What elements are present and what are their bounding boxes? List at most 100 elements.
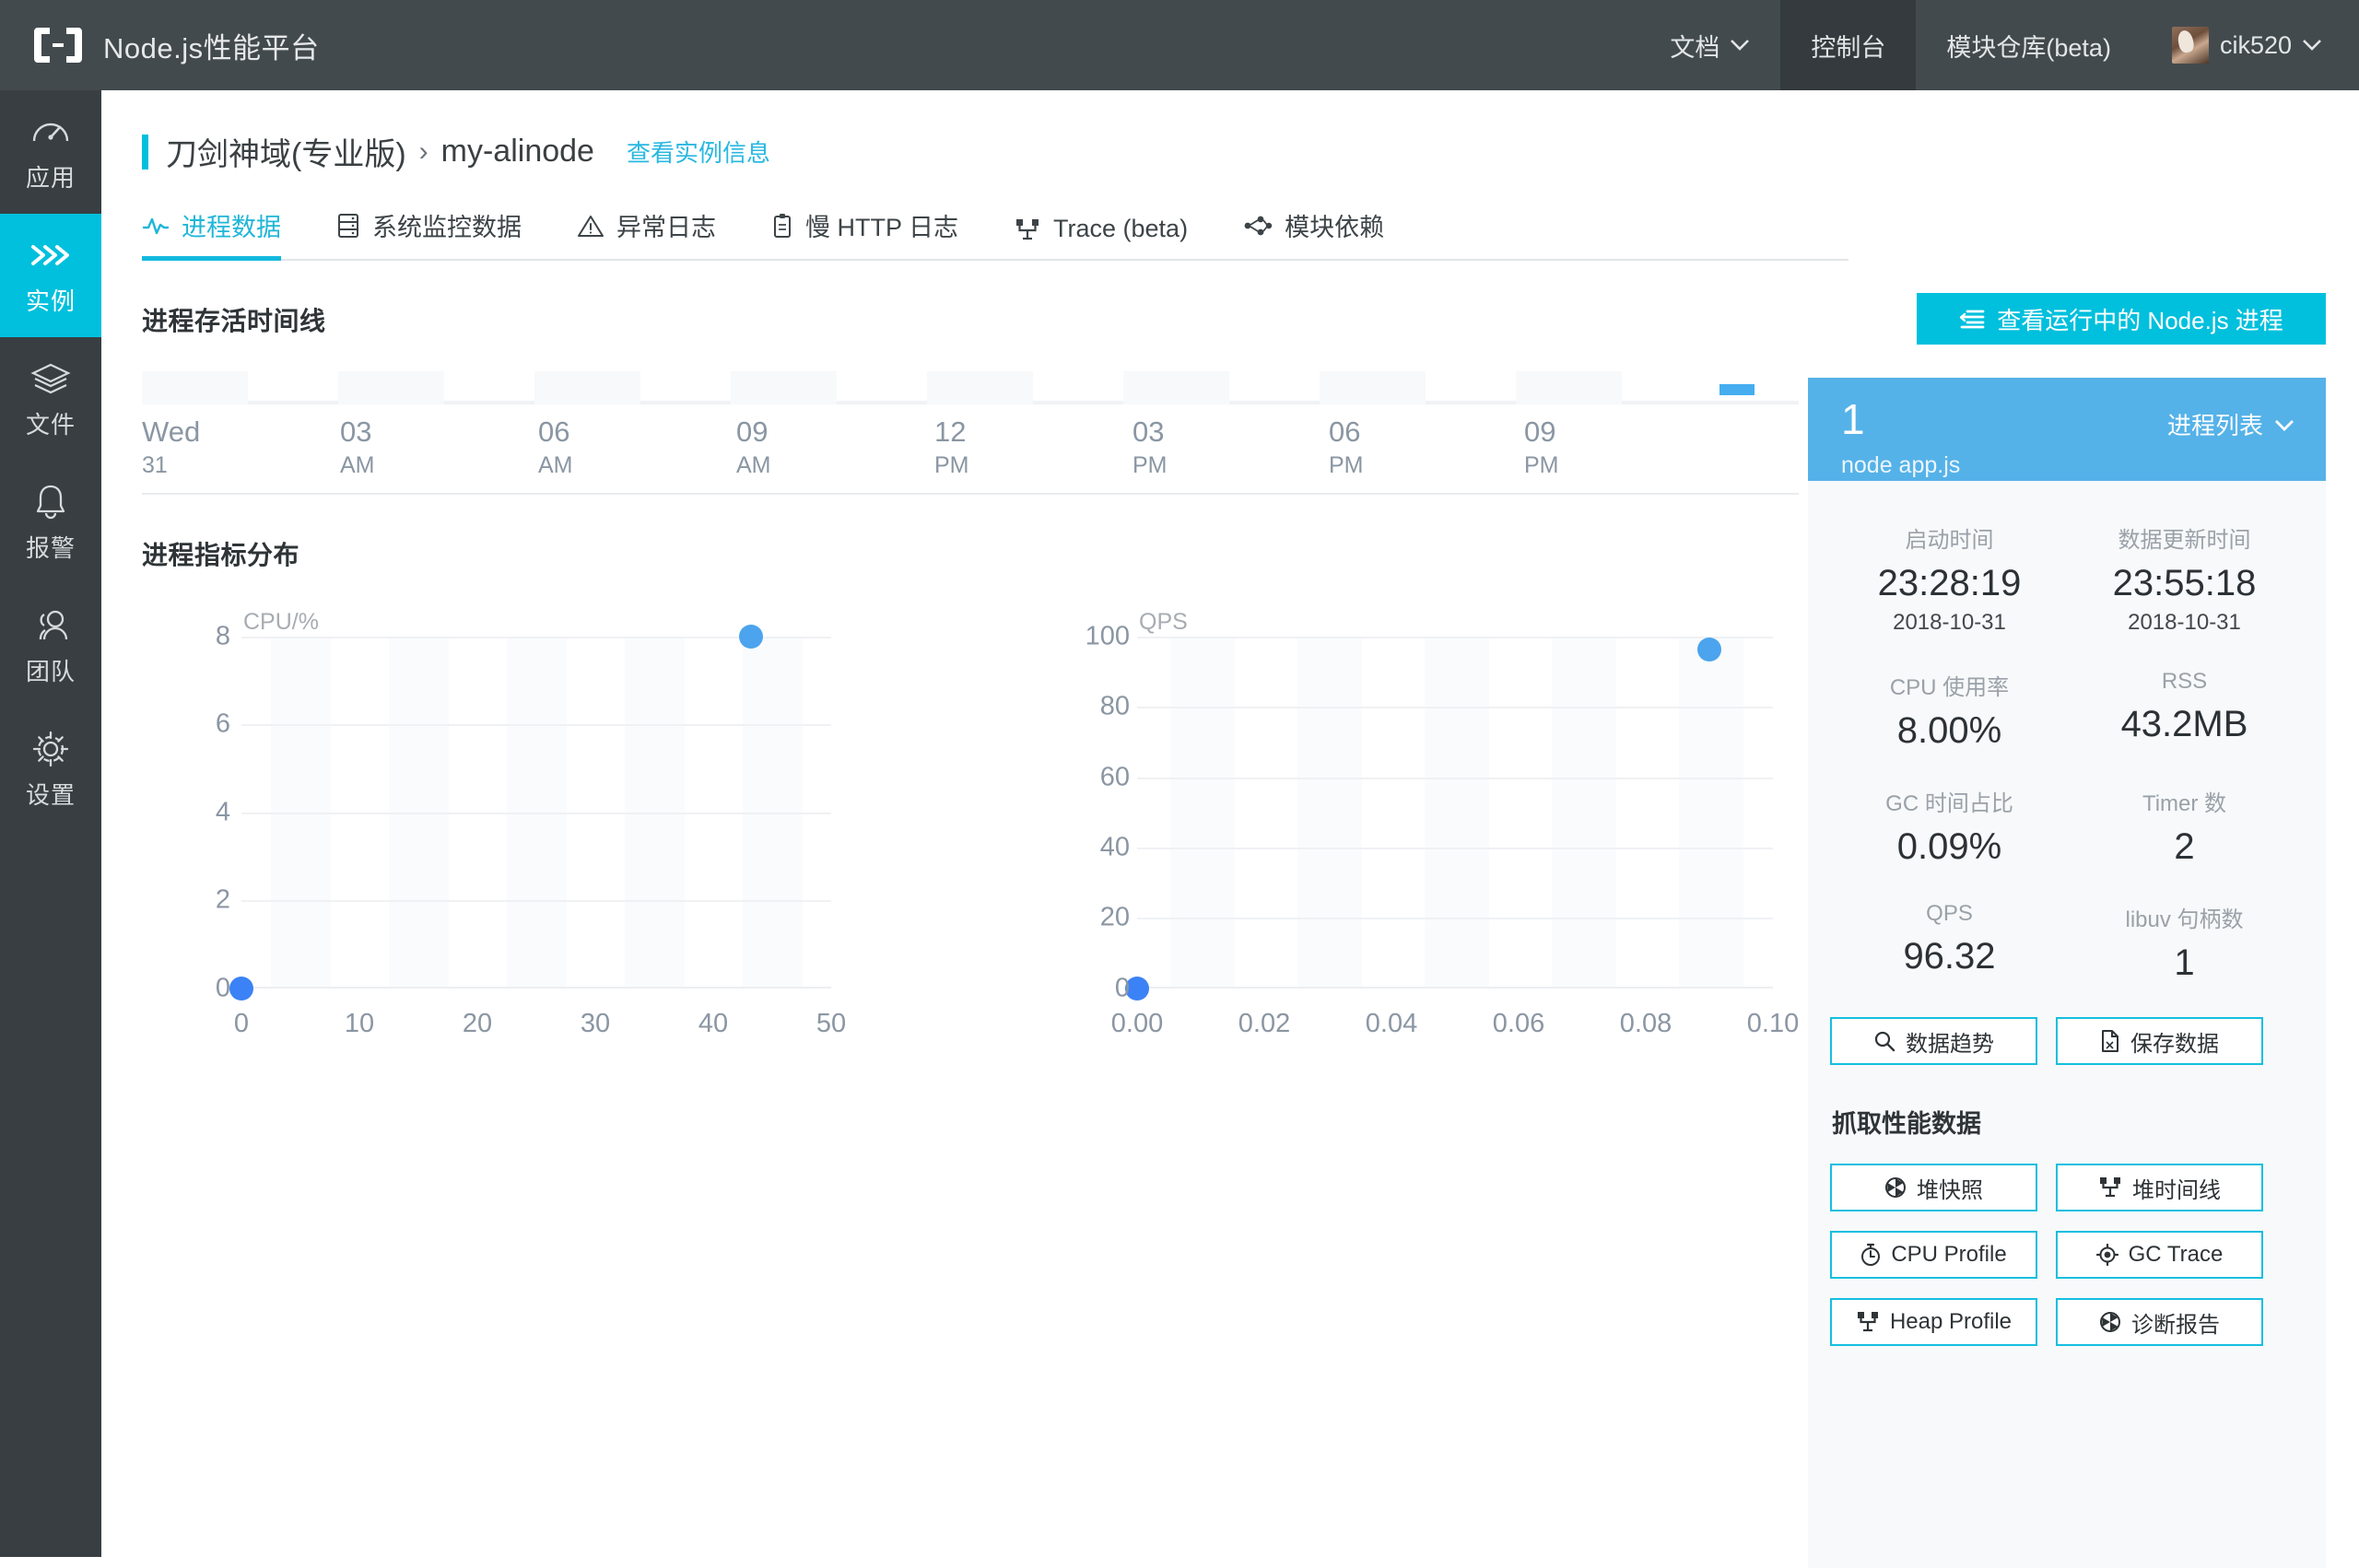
metric-value: 1 bbox=[2174, 942, 2195, 983]
y-tick: 60 bbox=[1099, 762, 1130, 792]
process-alive-timeline[interactable]: Wed 31 03 AM 06 AM 09 AM 12 PM 03 PM 06 … bbox=[142, 371, 1799, 484]
data-point[interactable] bbox=[1697, 638, 1721, 661]
layers-icon bbox=[29, 357, 72, 400]
metric-row: CPU 使用率 8.00% RSS 43.2MB bbox=[1832, 669, 2302, 785]
timeline-alive-bar[interactable] bbox=[1719, 384, 1755, 395]
brand[interactable]: Node.js性能平台 bbox=[0, 25, 320, 66]
heap-profile-button[interactable]: Heap Profile bbox=[1830, 1298, 2037, 1346]
metric-value: 2 bbox=[2174, 826, 2195, 867]
view-instance-info-link[interactable]: 查看实例信息 bbox=[627, 135, 770, 169]
tab-module-deps[interactable]: 模块依赖 bbox=[1243, 207, 1384, 259]
timeline-tick-top: 06 bbox=[538, 415, 570, 448]
timeline-tick: Wed 31 bbox=[142, 415, 200, 478]
server-icon bbox=[336, 213, 360, 239]
sidebar-item-alerts[interactable]: 报警 bbox=[0, 461, 101, 584]
save-data-button[interactable]: 保存数据 bbox=[2056, 1017, 2263, 1065]
top-header: Node.js性能平台 文档 控制台 模块仓库(beta) cik520 bbox=[0, 0, 2359, 90]
tab-trace-label: Trace (beta) bbox=[1053, 215, 1189, 242]
nav-item-docs-label: 文档 bbox=[1670, 33, 1720, 62]
sidebar-item-instances-label: 实例 bbox=[25, 287, 76, 315]
timeline-tick: 06 PM bbox=[1329, 415, 1364, 478]
cpu-profile-button[interactable]: CPU Profile bbox=[1830, 1231, 2037, 1279]
app-root: Node.js性能平台 文档 控制台 模块仓库(beta) cik520 应用 … bbox=[0, 0, 2359, 1568]
breadcrumb-accent-bar bbox=[142, 134, 148, 170]
data-point[interactable] bbox=[229, 977, 253, 1000]
chevrons-right-icon bbox=[29, 234, 72, 276]
metric-value: 23:55:18 bbox=[2112, 563, 2257, 603]
metric-sub: 2018-10-31 bbox=[1893, 610, 2006, 635]
metric-libuv-handles: libuv 句柄数 1 bbox=[2067, 901, 2302, 1017]
sidebar-item-apps-label: 应用 bbox=[25, 164, 76, 192]
sidebar-item-settings[interactable]: 设置 bbox=[0, 708, 101, 831]
user-menu[interactable]: cik520 bbox=[2142, 0, 2359, 90]
sidebar-item-apps[interactable]: 应用 bbox=[0, 90, 101, 214]
heap-profile-label: Heap Profile bbox=[1889, 1309, 2013, 1334]
diagnostic-report-button[interactable]: 诊断报告 bbox=[2056, 1298, 2263, 1346]
tab-slow-http-log[interactable]: 慢 HTTP 日志 bbox=[771, 207, 958, 259]
sidebar-item-instances[interactable]: 实例 bbox=[0, 214, 101, 337]
metric-value: 0.09% bbox=[1896, 826, 2002, 867]
timeline-tick: 09 PM bbox=[1524, 415, 1559, 478]
trace-icon bbox=[2098, 1176, 2122, 1199]
x-tick: 0.08 bbox=[1619, 1009, 1672, 1038]
tab-process-data[interactable]: 进程数据 bbox=[142, 207, 281, 261]
section-divider bbox=[142, 493, 1799, 495]
sidebar-item-team[interactable]: 团队 bbox=[0, 584, 101, 708]
nav-item-console[interactable]: 控制台 bbox=[1780, 0, 1917, 90]
tab-trace[interactable]: Trace (beta) bbox=[1014, 215, 1188, 259]
nav-item-docs[interactable]: 文档 bbox=[1639, 0, 1780, 90]
timeline-band bbox=[338, 371, 444, 404]
sidebar-item-files[interactable]: 文件 bbox=[0, 337, 101, 461]
bracket-dash-logo-icon bbox=[31, 25, 85, 65]
grab-buttons: 堆快照 堆时间线 CPU Profile GC Trace Heap Profi… bbox=[1808, 1164, 2326, 1346]
chart-cpu-rss-ylabel: CPU/% bbox=[243, 609, 319, 635]
breadcrumb-app[interactable]: 刀剑神域(专业版) bbox=[166, 129, 406, 174]
clipboard-icon bbox=[771, 213, 793, 239]
timeline-band bbox=[534, 371, 640, 404]
timeline-tick: 09 AM bbox=[736, 415, 771, 478]
gc-trace-label: GC Trace bbox=[2128, 1242, 2224, 1267]
x-tick: 20 bbox=[462, 1009, 493, 1038]
avatar bbox=[2171, 27, 2209, 64]
timeline-tick-top: Wed bbox=[142, 415, 201, 448]
sidebar-item-settings-label: 设置 bbox=[25, 781, 76, 809]
y-tick: 2 bbox=[215, 884, 230, 915]
data-point[interactable] bbox=[739, 625, 763, 649]
timeline-band bbox=[1320, 371, 1426, 404]
grab-performance-title: 抓取性能数据 bbox=[1832, 1110, 1981, 1138]
timeline-track[interactable] bbox=[142, 371, 1799, 404]
gc-trace-button[interactable]: GC Trace bbox=[2056, 1231, 2263, 1279]
process-summary: 1 node app.js bbox=[1841, 398, 1960, 479]
pulse-icon bbox=[142, 215, 170, 237]
heap-snapshot-button[interactable]: 堆快照 bbox=[1830, 1164, 2037, 1211]
timeline-band bbox=[927, 371, 1033, 404]
timeline-tick-top: 03 bbox=[1133, 415, 1165, 448]
x-tick: 0.04 bbox=[1365, 1009, 1418, 1038]
process-info-card: 1 node app.js 进程列表 启动时间 23:28:19 2018-10… bbox=[1808, 378, 2326, 1568]
tab-error-log[interactable]: 异常日志 bbox=[577, 207, 716, 259]
heap-timeline-button[interactable]: 堆时间线 bbox=[2056, 1164, 2263, 1211]
bell-icon bbox=[33, 481, 68, 523]
nav-item-modules[interactable]: 模块仓库(beta) bbox=[1916, 0, 2142, 90]
chart-qps-gc: QPS GC/% 100 bbox=[999, 609, 1828, 1088]
timeline-tick-bottom: PM bbox=[1524, 451, 1559, 478]
timeline-tick-top: 03 bbox=[340, 415, 372, 448]
x-tick: 40 bbox=[698, 1009, 729, 1038]
metrics-grid: 启动时间 23:28:19 2018-10-31 数据更新时间 23:55:18… bbox=[1808, 481, 2326, 1017]
process-list-dropdown[interactable]: 进程列表 bbox=[2167, 407, 2294, 441]
view-running-processes-label: 查看运行中的 Node.js 进程 bbox=[1997, 306, 2283, 334]
brand-title: Node.js性能平台 bbox=[103, 31, 320, 64]
tab-system-monitor[interactable]: 系统监控数据 bbox=[336, 207, 522, 259]
metric-label: CPU 使用率 bbox=[1889, 675, 2010, 700]
data-trend-button[interactable]: 数据趋势 bbox=[1830, 1017, 2037, 1065]
x-tick: 0.02 bbox=[1238, 1009, 1291, 1038]
y-tick: 20 bbox=[1099, 902, 1130, 932]
view-running-processes-button[interactable]: 查看运行中的 Node.js 进程 bbox=[1917, 293, 2326, 345]
x-tick: 0.00 bbox=[1110, 1009, 1164, 1038]
x-tick: 50 bbox=[816, 1009, 847, 1038]
timeline-band bbox=[731, 371, 837, 404]
metric-label: libuv 句柄数 bbox=[2125, 907, 2244, 932]
x-tick: 30 bbox=[580, 1009, 611, 1038]
users-icon bbox=[29, 604, 73, 647]
timeline-tick: 06 AM bbox=[538, 415, 573, 478]
